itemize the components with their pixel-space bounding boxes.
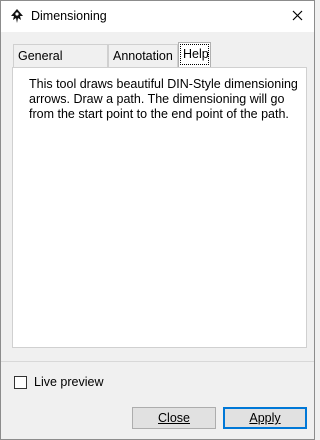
live-preview-label[interactable]: Live preview	[34, 375, 103, 389]
title-bar[interactable]: Dimensioning	[1, 1, 314, 32]
help-panel: This tool draws beautiful DIN-Style dime…	[12, 67, 307, 348]
apply-button-label: Apply	[249, 411, 281, 425]
close-button[interactable]: Close	[132, 407, 216, 429]
tab-general-settings[interactable]: General Settings	[13, 44, 108, 85]
separator	[1, 361, 314, 362]
close-icon	[292, 10, 303, 24]
close-button-label: Close	[158, 411, 190, 425]
tab-help[interactable]: Help	[178, 42, 211, 67]
inkscape-icon	[9, 8, 25, 24]
apply-button[interactable]: Apply	[223, 407, 307, 429]
window-title: Dimensioning	[31, 9, 107, 23]
live-preview-checkbox[interactable]	[14, 376, 27, 389]
tab-annotation[interactable]: Annotation	[108, 44, 178, 67]
close-window-button[interactable]	[280, 1, 314, 32]
dialog-window: Dimensioning General Settings Annotation…	[0, 0, 315, 440]
help-text: This tool draws beautiful DIN-Style dime…	[29, 77, 298, 121]
